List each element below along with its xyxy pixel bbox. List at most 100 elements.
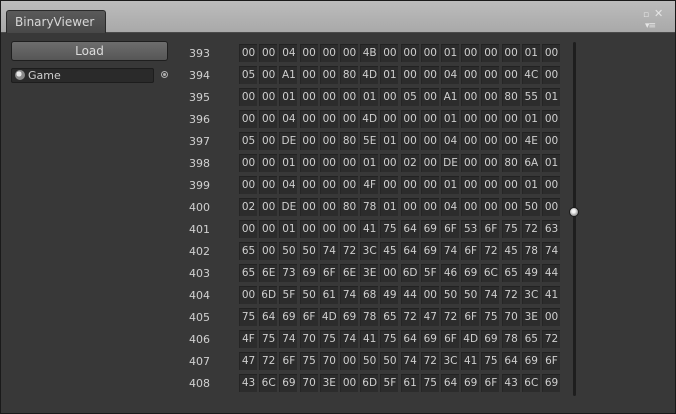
hex-byte-cell[interactable]: 50 <box>521 198 540 216</box>
hex-byte-cell[interactable]: 00 <box>239 176 257 194</box>
hex-byte-cell[interactable]: 4E <box>521 132 540 150</box>
hex-byte-cell[interactable]: 69 <box>521 352 540 370</box>
hex-byte-cell[interactable]: 00 <box>400 198 419 216</box>
hex-byte-cell[interactable]: 00 <box>340 88 358 106</box>
hex-byte-cell[interactable]: 01 <box>441 176 459 194</box>
hex-byte-cell[interactable]: 01 <box>380 198 399 216</box>
hex-byte-cell[interactable]: 4F <box>360 176 379 194</box>
hex-byte-cell[interactable]: 00 <box>380 154 399 172</box>
hex-byte-cell[interactable]: 00 <box>542 44 560 62</box>
hex-byte-cell[interactable]: 65 <box>239 264 257 282</box>
hex-byte-cell[interactable]: 75 <box>259 330 278 348</box>
hex-byte-cell[interactable]: 64 <box>441 374 459 392</box>
hex-byte-cell[interactable]: 00 <box>542 198 560 216</box>
hex-byte-cell[interactable]: 00 <box>542 308 560 326</box>
hex-byte-cell[interactable]: 78 <box>501 330 520 348</box>
hex-byte-cell[interactable]: 02 <box>400 154 419 172</box>
hex-byte-cell[interactable]: 00 <box>239 110 257 128</box>
hex-byte-cell[interactable]: 69 <box>481 330 500 348</box>
hex-byte-cell[interactable]: 01 <box>360 154 379 172</box>
hex-byte-cell[interactable]: 6F <box>441 220 459 238</box>
hex-byte-cell[interactable]: 63 <box>542 220 560 238</box>
hex-byte-cell[interactable]: 00 <box>340 220 358 238</box>
hex-byte-cell[interactable]: 78 <box>521 242 540 260</box>
hex-byte-cell[interactable]: 74 <box>319 242 338 260</box>
hex-byte-cell[interactable]: 00 <box>299 66 318 84</box>
hex-byte-cell[interactable]: 00 <box>481 154 500 172</box>
hex-byte-cell[interactable]: 80 <box>501 154 520 172</box>
hex-byte-cell[interactable]: 65 <box>239 242 257 260</box>
hex-byte-cell[interactable]: A1 <box>279 66 298 84</box>
hex-byte-cell[interactable]: 65 <box>380 308 399 326</box>
hex-byte-cell[interactable]: 78 <box>360 308 379 326</box>
hex-byte-cell[interactable]: 00 <box>259 242 278 260</box>
hex-byte-cell[interactable]: 00 <box>461 198 480 216</box>
hex-byte-cell[interactable]: 05 <box>239 132 257 150</box>
hex-byte-cell[interactable]: 64 <box>259 308 278 326</box>
hex-byte-cell[interactable]: 45 <box>380 242 399 260</box>
hex-byte-cell[interactable]: 50 <box>441 286 459 304</box>
hex-byte-cell[interactable]: 41 <box>461 352 480 370</box>
hex-byte-cell[interactable]: 00 <box>299 110 318 128</box>
hex-byte-cell[interactable]: 05 <box>400 88 419 106</box>
hex-byte-cell[interactable]: 00 <box>340 110 358 128</box>
hex-byte-cell[interactable]: 6C <box>259 374 278 392</box>
hex-byte-cell[interactable]: 01 <box>441 44 459 62</box>
hex-byte-cell[interactable]: 50 <box>299 286 318 304</box>
hex-byte-cell[interactable]: 53 <box>461 220 480 238</box>
hex-byte-cell[interactable]: 73 <box>279 264 298 282</box>
hex-byte-cell[interactable]: 69 <box>420 242 439 260</box>
hex-byte-cell[interactable]: 00 <box>501 176 520 194</box>
hex-byte-cell[interactable]: 00 <box>239 154 257 172</box>
hex-byte-cell[interactable]: 3E <box>319 374 338 392</box>
hex-byte-cell[interactable]: 45 <box>501 242 520 260</box>
hex-byte-cell[interactable]: 01 <box>380 66 399 84</box>
hex-byte-cell[interactable]: 6C <box>521 374 540 392</box>
hex-byte-cell[interactable]: 5F <box>420 264 439 282</box>
hex-byte-cell[interactable]: 65 <box>501 264 520 282</box>
hex-byte-cell[interactable]: 01 <box>521 44 540 62</box>
hex-byte-cell[interactable]: 6F <box>542 352 560 370</box>
hex-byte-cell[interactable]: 00 <box>481 66 500 84</box>
hex-byte-cell[interactable]: 00 <box>542 176 560 194</box>
maximize-icon[interactable]: ▫ <box>643 10 649 20</box>
hex-byte-cell[interactable]: 00 <box>461 44 480 62</box>
hex-byte-cell[interactable]: 00 <box>501 110 520 128</box>
hex-byte-cell[interactable]: 44 <box>400 286 419 304</box>
hex-byte-cell[interactable]: 00 <box>542 110 560 128</box>
hex-byte-cell[interactable]: 04 <box>441 132 459 150</box>
hex-byte-cell[interactable]: 00 <box>481 88 500 106</box>
hex-byte-cell[interactable]: 75 <box>239 308 257 326</box>
hex-byte-cell[interactable]: 65 <box>521 330 540 348</box>
hex-byte-cell[interactable]: 00 <box>319 198 338 216</box>
hex-byte-cell[interactable]: 50 <box>299 242 318 260</box>
hex-byte-cell[interactable]: 72 <box>400 308 419 326</box>
hex-byte-cell[interactable]: A1 <box>441 88 459 106</box>
hex-byte-cell[interactable]: 4B <box>360 44 379 62</box>
hex-byte-cell[interactable]: 72 <box>481 242 500 260</box>
hex-byte-cell[interactable]: 00 <box>420 176 439 194</box>
hex-byte-cell[interactable]: 74 <box>279 330 298 348</box>
hex-byte-cell[interactable]: 00 <box>239 88 257 106</box>
hex-byte-cell[interactable]: 00 <box>420 88 439 106</box>
hex-byte-cell[interactable]: 50 <box>360 352 379 370</box>
hex-byte-cell[interactable]: 00 <box>340 374 358 392</box>
hex-byte-cell[interactable]: 74 <box>340 286 358 304</box>
hex-byte-cell[interactable]: 00 <box>420 110 439 128</box>
hex-byte-cell[interactable]: 00 <box>239 286 257 304</box>
hex-byte-cell[interactable]: 70 <box>299 374 318 392</box>
hex-byte-cell[interactable]: 04 <box>279 110 298 128</box>
hex-byte-cell[interactable]: 61 <box>319 286 338 304</box>
hex-byte-cell[interactable]: 00 <box>481 176 500 194</box>
hex-byte-cell[interactable]: 00 <box>299 88 318 106</box>
hex-byte-cell[interactable]: 00 <box>259 198 278 216</box>
hex-byte-cell[interactable]: 70 <box>299 330 318 348</box>
hex-byte-cell[interactable]: 64 <box>400 220 419 238</box>
hex-byte-cell[interactable]: 69 <box>340 308 358 326</box>
hex-byte-cell[interactable]: 47 <box>420 308 439 326</box>
hex-byte-cell[interactable]: 00 <box>501 66 520 84</box>
hex-byte-cell[interactable]: 75 <box>380 330 399 348</box>
hex-byte-cell[interactable]: 6E <box>340 264 358 282</box>
hex-byte-cell[interactable]: 49 <box>521 264 540 282</box>
hex-byte-cell[interactable]: 74 <box>400 352 419 370</box>
